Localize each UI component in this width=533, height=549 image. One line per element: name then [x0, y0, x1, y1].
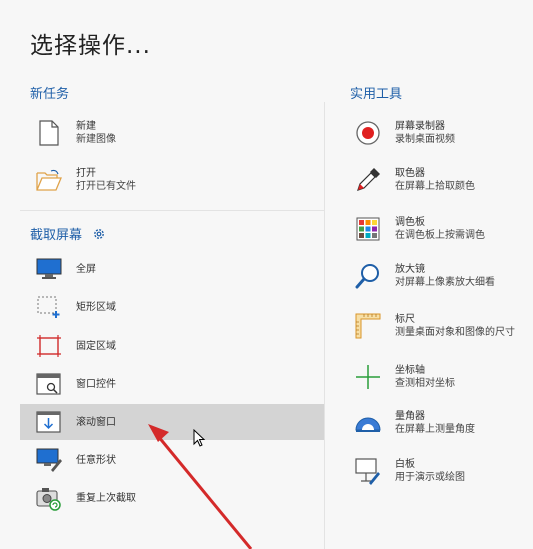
column-divider — [324, 102, 325, 549]
tool-whiteboard-label: 白板 — [395, 459, 415, 470]
tool-ruler-sub: 测量桌面对象和图像的尺寸 — [395, 327, 515, 338]
tool-color-picker-sub: 在屏幕上拾取颜色 — [395, 181, 475, 192]
palette-icon — [355, 216, 381, 242]
new-image-label: 新建 — [76, 121, 96, 132]
rectangle-region-icon — [36, 294, 62, 320]
page-title: 选择操作... — [30, 33, 151, 59]
new-task-header: 新任务 — [30, 87, 70, 102]
section-divider — [20, 210, 324, 211]
record-icon — [355, 120, 381, 146]
tool-palette[interactable]: 调色板 在调色板上按需调色 — [355, 212, 530, 246]
capture-repeat-last[interactable]: 重复上次截取 — [36, 483, 306, 513]
capture-fixed-region-label: 固定区域 — [76, 340, 116, 352]
tool-color-picker[interactable]: 取色器 在屏幕上拾取颜色 — [355, 163, 530, 197]
tool-ruler[interactable]: 标尺 测量桌面对象和图像的尺寸 — [355, 309, 530, 343]
capture-header-label: 截取屏幕 — [30, 228, 83, 243]
mouse-cursor-icon — [193, 429, 206, 447]
capture-fullscreen-label: 全屏 — [76, 263, 96, 275]
capture-window-control[interactable]: 窗口控件 — [36, 369, 306, 399]
tool-palette-label: 调色板 — [395, 217, 425, 228]
capture-rectangle[interactable]: 矩形区域 — [36, 292, 306, 322]
magnifier-icon — [355, 263, 381, 289]
ruler-icon — [355, 313, 381, 339]
protractor-icon — [355, 410, 381, 436]
tool-axis[interactable]: 坐标轴 查测相对坐标 — [355, 360, 530, 394]
tool-whiteboard-sub: 用于演示或绘图 — [395, 472, 465, 483]
gear-icon[interactable] — [92, 227, 106, 245]
fixed-region-icon — [36, 333, 62, 359]
tool-protractor-sub: 在屏幕上测量角度 — [395, 424, 475, 435]
tool-magnifier[interactable]: 放大镜 对屏幕上像素放大细看 — [355, 259, 530, 293]
capture-repeat-last-label: 重复上次截取 — [76, 492, 136, 504]
capture-freeform[interactable]: 任意形状 — [36, 445, 306, 475]
capture-rectangle-label: 矩形区域 — [76, 301, 116, 313]
freeform-icon — [36, 447, 62, 473]
tool-color-picker-label: 取色器 — [395, 168, 425, 179]
tools-header: 实用工具 — [350, 87, 403, 102]
window-control-icon — [36, 371, 62, 397]
open-file-label: 打开 — [76, 168, 96, 179]
new-document-icon — [36, 120, 62, 146]
capture-scroll-window-label: 滚动窗口 — [76, 416, 116, 428]
tool-palette-sub: 在调色板上按需调色 — [395, 230, 485, 241]
capture-header: 截取屏幕 — [30, 224, 106, 245]
crosshair-icon — [355, 364, 381, 390]
open-folder-icon — [36, 167, 62, 193]
open-file-sub: 打开已有文件 — [76, 181, 136, 192]
tool-screen-recorder-label: 屏幕录制器 — [395, 121, 445, 132]
new-image-sub: 新建图像 — [76, 134, 116, 145]
capture-fixed-region[interactable]: 固定区域 — [36, 331, 306, 361]
tool-axis-sub: 查测相对坐标 — [395, 378, 455, 389]
eyedropper-icon — [355, 167, 381, 193]
tool-screen-recorder-sub: 录制桌面视频 — [395, 134, 455, 145]
capture-fullscreen[interactable]: 全屏 — [36, 254, 306, 284]
capture-freeform-label: 任意形状 — [76, 454, 116, 466]
tool-axis-label: 坐标轴 — [395, 365, 425, 376]
new-image-item[interactable]: 新建 新建图像 — [36, 118, 306, 148]
tool-whiteboard[interactable]: 白板 用于演示或绘图 — [355, 454, 530, 488]
tool-magnifier-label: 放大镜 — [395, 264, 425, 275]
tool-protractor[interactable]: 量角器 在屏幕上测量角度 — [355, 406, 530, 440]
whiteboard-icon — [355, 458, 381, 485]
monitor-icon — [36, 256, 62, 282]
scroll-window-icon — [36, 409, 62, 435]
tool-ruler-label: 标尺 — [395, 314, 415, 325]
repeat-camera-icon — [36, 485, 62, 511]
capture-scroll-window[interactable]: 滚动窗口 — [36, 407, 306, 437]
open-file-item[interactable]: 打开 打开已有文件 — [36, 165, 306, 195]
tool-protractor-label: 量角器 — [395, 411, 425, 422]
tool-magnifier-sub: 对屏幕上像素放大细看 — [395, 277, 495, 288]
tool-screen-recorder[interactable]: 屏幕录制器 录制桌面视频 — [355, 116, 530, 150]
capture-window-control-label: 窗口控件 — [76, 378, 116, 390]
